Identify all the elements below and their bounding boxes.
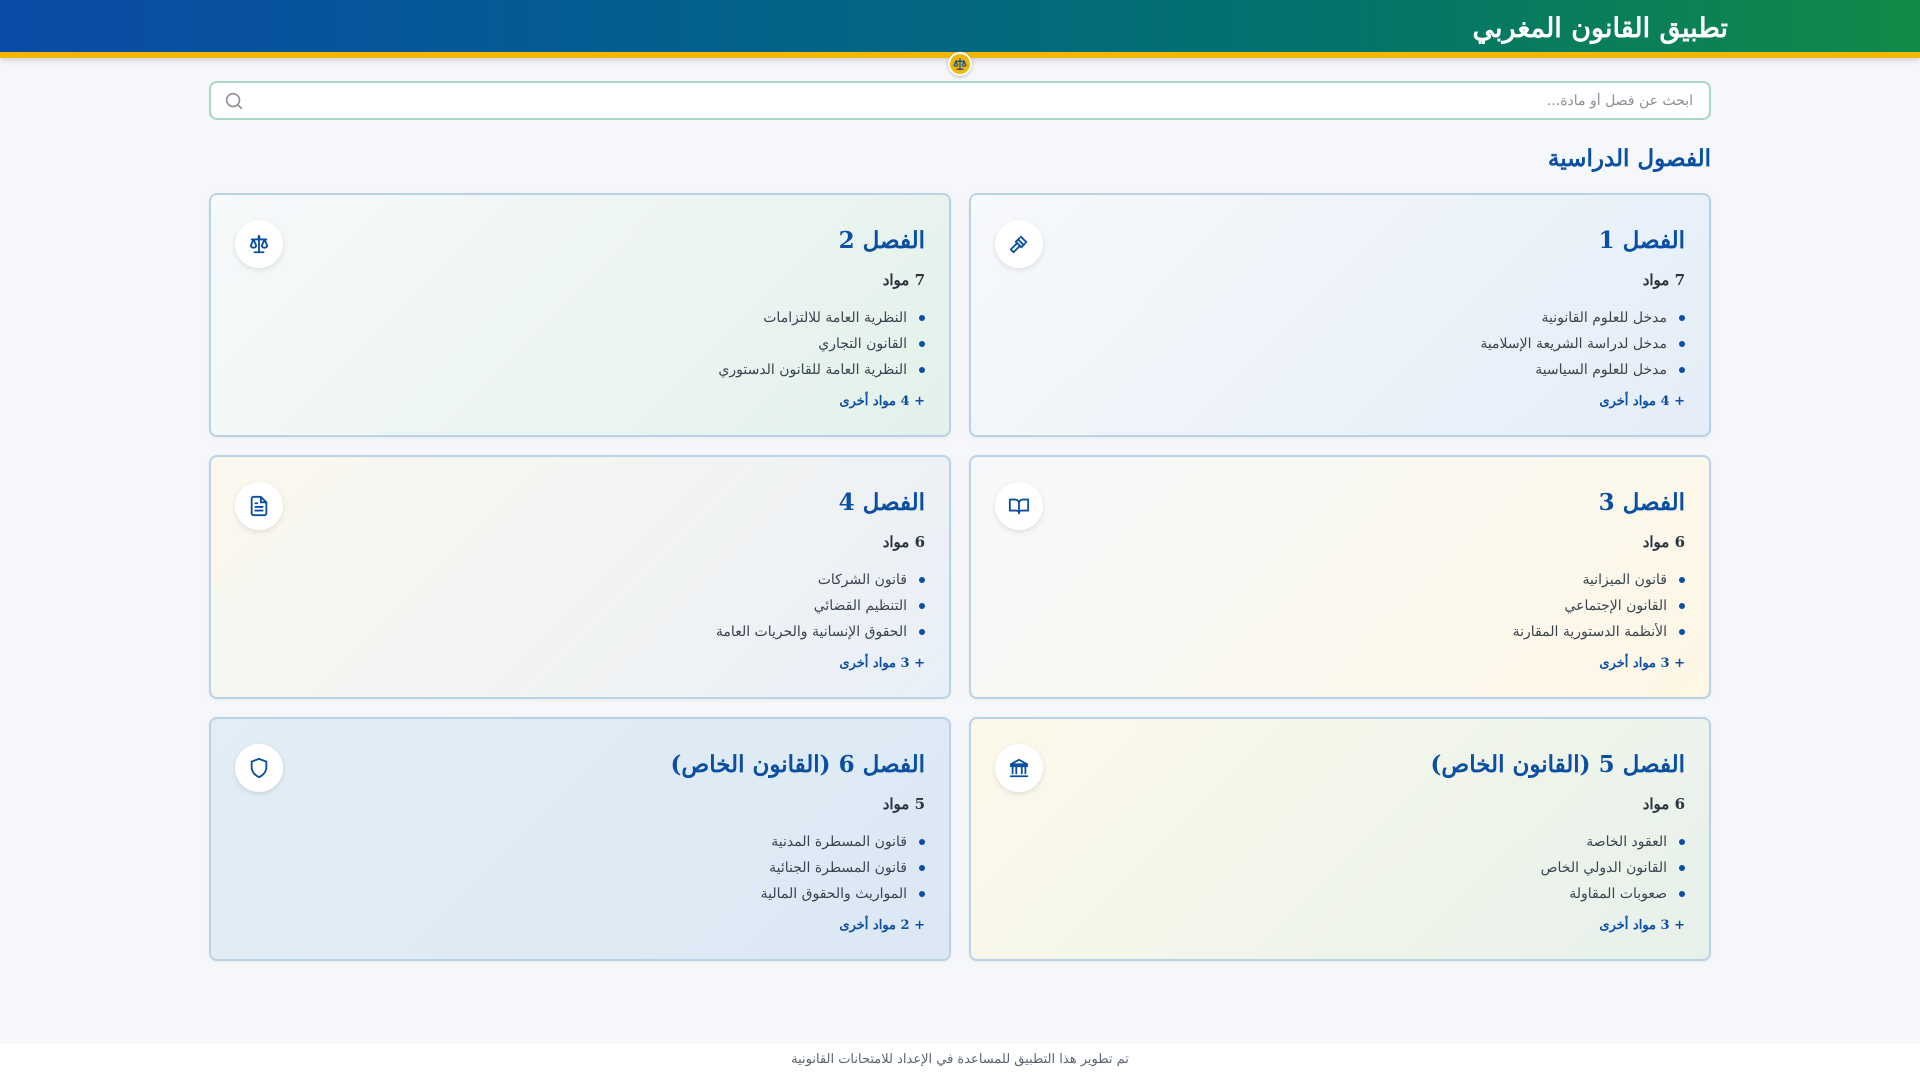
list-item: العقود الخاصة	[1541, 829, 1685, 855]
scale-icon	[948, 52, 972, 76]
semester-card-2[interactable]: الفصل 2 7 مواد النظرية العامة للالتزامات…	[209, 193, 951, 437]
search-bar	[209, 81, 1711, 120]
card-title[interactable]: الفصل 5 (القانون الخاص)	[1431, 749, 1685, 781]
list-item: قانون المسطرة الجنائية	[761, 855, 925, 881]
list-item: مدخل للعلوم القانونية	[1480, 305, 1685, 331]
bullet-icon	[1679, 341, 1685, 347]
list-item: القانون التجاري	[718, 331, 925, 357]
more-subjects-link[interactable]: + 4 مواد أخرى	[839, 392, 925, 412]
page-footer: تم تطوير هذا التطبيق للمساعدة في الإعداد…	[0, 1044, 1920, 1080]
scale-icon	[235, 220, 283, 268]
list-item: قانون المسطرة المدنية	[761, 829, 925, 855]
more-subjects-link[interactable]: + 3 مواد أخرى	[1599, 916, 1685, 936]
card-title[interactable]: الفصل 6 (القانون الخاص)	[671, 749, 925, 781]
more-subjects-link[interactable]: + 3 مواد أخرى	[1599, 654, 1685, 674]
bullet-icon	[919, 865, 925, 871]
subject-list: قانون المسطرة المدنية قانون المسطرة الجن…	[761, 829, 925, 907]
bullet-icon	[919, 577, 925, 583]
list-item: الحقوق الإنسانية والحريات العامة	[716, 619, 925, 645]
list-item: القانون الدولي الخاص	[1541, 855, 1685, 881]
list-item: النظرية العامة للالتزامات	[718, 305, 925, 331]
bullet-icon	[919, 839, 925, 845]
bullet-icon	[1679, 603, 1685, 609]
bullet-icon	[919, 603, 925, 609]
semester-card-4[interactable]: الفصل 4 6 مواد قانون الشركات التنظيم الق…	[209, 455, 951, 699]
app-header: تطبيق القانون المغربي	[0, 0, 1920, 76]
bullet-icon	[1679, 367, 1685, 373]
card-title[interactable]: الفصل 2	[839, 225, 925, 257]
bullet-icon	[919, 367, 925, 373]
bullet-icon	[1679, 865, 1685, 871]
list-item: الأنظمة الدستورية المقارنة	[1513, 619, 1685, 645]
bullet-icon	[919, 315, 925, 321]
list-item: مدخل لدراسة الشريعة الإسلامية	[1480, 331, 1685, 357]
building-icon	[995, 744, 1043, 792]
semester-grid: الفصل 1 7 مواد مدخل للعلوم القانونية مدخ…	[209, 193, 1711, 961]
app-title: تطبيق القانون المغربي	[1472, 13, 1728, 44]
list-item: صعوبات المقاولة	[1541, 881, 1685, 907]
subject-count: 6 مواد	[1642, 533, 1685, 551]
card-title[interactable]: الفصل 3	[1599, 487, 1685, 519]
bullet-icon	[919, 891, 925, 897]
bullet-icon	[1679, 577, 1685, 583]
shield-icon	[235, 744, 283, 792]
subject-list: العقود الخاصة القانون الدولي الخاص صعوبا…	[1541, 829, 1685, 907]
list-item: التنظيم القضائي	[716, 593, 925, 619]
bullet-icon	[1679, 891, 1685, 897]
book-icon	[995, 482, 1043, 530]
bullet-icon	[919, 341, 925, 347]
list-item: النظرية العامة للقانون الدستوري	[718, 357, 925, 383]
more-subjects-link[interactable]: + 2 مواد أخرى	[839, 916, 925, 936]
semester-card-5[interactable]: الفصل 5 (القانون الخاص) 6 مواد العقود ال…	[969, 717, 1711, 961]
bullet-icon	[919, 629, 925, 635]
bullet-icon	[1679, 839, 1685, 845]
subject-count: 5 مواد	[882, 795, 925, 813]
gavel-icon	[995, 220, 1043, 268]
subject-list: قانون الميزانية القانون الإجتماعي الأنظم…	[1513, 567, 1685, 645]
list-item: مدخل للعلوم السياسية	[1480, 357, 1685, 383]
more-subjects-link[interactable]: + 4 مواد أخرى	[1599, 392, 1685, 412]
subject-count: 7 مواد	[882, 271, 925, 289]
card-title[interactable]: الفصل 4	[839, 487, 925, 519]
list-item: قانون الميزانية	[1513, 567, 1685, 593]
document-icon	[235, 482, 283, 530]
subject-list: مدخل للعلوم القانونية مدخل لدراسة الشريع…	[1480, 305, 1685, 383]
card-title[interactable]: الفصل 1	[1599, 225, 1685, 257]
list-item: المواريث والحقوق المالية	[761, 881, 925, 907]
search-icon[interactable]	[223, 90, 245, 112]
subject-count: 6 مواد	[882, 533, 925, 551]
section-title: الفصول الدراسية	[1547, 145, 1711, 172]
semester-card-6[interactable]: الفصل 6 (القانون الخاص) 5 مواد قانون الم…	[209, 717, 951, 961]
subject-list: قانون الشركات التنظيم القضائي الحقوق الإ…	[716, 567, 925, 645]
list-item: القانون الإجتماعي	[1513, 593, 1685, 619]
subject-count: 7 مواد	[1642, 271, 1685, 289]
footer-text: تم تطوير هذا التطبيق للمساعدة في الإعداد…	[791, 1052, 1129, 1067]
subject-count: 6 مواد	[1642, 795, 1685, 813]
bullet-icon	[1679, 315, 1685, 321]
search-input[interactable]	[269, 83, 1709, 118]
list-item: قانون الشركات	[716, 567, 925, 593]
bullet-icon	[1679, 629, 1685, 635]
semester-card-3[interactable]: الفصل 3 6 مواد قانون الميزانية القانون ا…	[969, 455, 1711, 699]
subject-list: النظرية العامة للالتزامات القانون التجار…	[718, 305, 925, 383]
more-subjects-link[interactable]: + 3 مواد أخرى	[839, 654, 925, 674]
semester-card-1[interactable]: الفصل 1 7 مواد مدخل للعلوم القانونية مدخ…	[969, 193, 1711, 437]
